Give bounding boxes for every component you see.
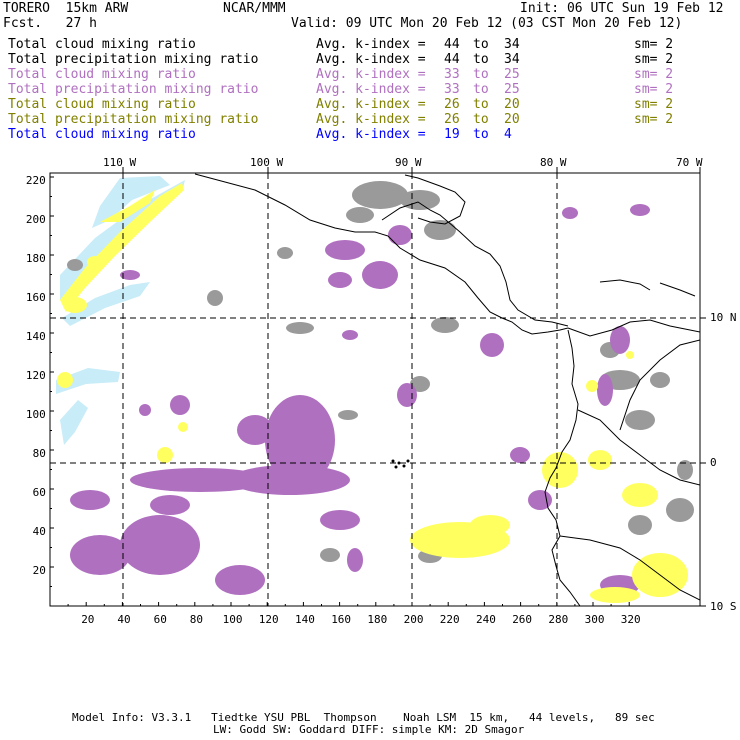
map: [49, 167, 706, 607]
purple-patch: [528, 490, 552, 510]
y-tick-label: 40: [32, 525, 46, 538]
gray-patch: [352, 181, 408, 209]
gray-patch: [628, 515, 652, 535]
purple-patch: [320, 510, 360, 530]
x-tick-label: 100: [222, 613, 243, 626]
purple-patch: [120, 515, 200, 575]
central-america-coast: [387, 235, 569, 335]
gray-patch: [277, 247, 293, 259]
caribbean-island: [599, 279, 651, 291]
x-tick-label: 300: [584, 613, 605, 626]
purple-patch: [347, 548, 363, 572]
purple-patch: [328, 272, 352, 288]
yellow-patch: [626, 351, 634, 359]
x-tick-label: 240: [476, 613, 496, 626]
purple-patch: [70, 490, 110, 510]
purple-patch: [170, 395, 190, 415]
lon-label: 90 W: [395, 156, 422, 169]
y-tick-label: 120: [25, 369, 46, 382]
yellow-patch: [57, 372, 73, 388]
y-tick-label: 220: [25, 174, 46, 187]
purple-patch: [397, 383, 417, 407]
northern-sa-coast: [567, 319, 700, 337]
gray-patch: [625, 410, 655, 430]
lon-label: 70 W: [676, 156, 703, 169]
purple-patch: [480, 333, 504, 357]
purple-patch: [325, 240, 365, 260]
y-tick-label: 20: [32, 564, 46, 577]
x-tick-label: 180: [367, 613, 388, 626]
x-tick-label: 140: [295, 613, 315, 626]
gray-patch: [346, 207, 374, 223]
lon-label: 110 W: [103, 156, 137, 169]
gray-patch: [67, 259, 83, 271]
purple-patch: [610, 326, 630, 354]
purple-patch: [150, 495, 190, 515]
gray-patch: [666, 498, 694, 522]
gray-patch: [338, 410, 358, 420]
yellow-patch: [588, 450, 612, 470]
model-info-line2: LW: Godd SW: Goddard DIFF: simple KM: 2D…: [213, 723, 525, 736]
purple-patch: [388, 225, 412, 245]
gray-patch: [431, 317, 459, 333]
x-tick-label: 280: [548, 613, 569, 626]
x-tick-label: 320: [620, 613, 641, 626]
x-tick-label: 20: [81, 613, 95, 626]
yellow-patch: [586, 380, 598, 392]
gray-patch: [207, 290, 223, 306]
y-tick-label: 100: [25, 408, 46, 421]
caribbean-coast: [381, 201, 569, 327]
purple-patch: [510, 447, 530, 463]
island: [391, 459, 395, 463]
x-tick-label: 120: [258, 613, 279, 626]
purple-patch: [130, 468, 270, 492]
x-tick-label: 220: [439, 613, 460, 626]
x-tick-label: 260: [512, 613, 533, 626]
island: [394, 465, 398, 469]
y-tick-label: 160: [25, 291, 46, 304]
purple-patch: [215, 565, 265, 595]
y-tick-label: 180: [25, 252, 46, 265]
lon-label: 100 W: [250, 156, 284, 169]
yellow-patch: [178, 422, 188, 432]
yellow-patch: [622, 483, 658, 507]
y-tick-label: 140: [25, 330, 46, 343]
lat-label: 0: [710, 456, 717, 469]
lat-label: 10 S: [710, 600, 737, 613]
lon-label: 80 W: [540, 156, 567, 169]
y-tick-label: 80: [32, 447, 46, 460]
purple-patch: [342, 330, 358, 340]
y-tick-label: 60: [32, 486, 46, 499]
y-tick-label: 200: [25, 213, 46, 226]
purple-patch: [237, 415, 273, 445]
gray-patch: [320, 548, 340, 562]
x-tick-label: 40: [117, 613, 131, 626]
gray-patch: [286, 322, 314, 334]
gray-patch: [650, 372, 670, 388]
x-tick-label: 60: [153, 613, 167, 626]
mexico-coast: [194, 173, 389, 237]
caribbean-island: [659, 282, 696, 297]
galapagos-islands: [391, 459, 410, 469]
island: [406, 459, 410, 463]
purple-patch: [630, 204, 650, 216]
purple-patch: [597, 374, 613, 406]
island: [402, 464, 406, 468]
lat-label: 10 N: [710, 311, 737, 324]
purple-patch: [70, 535, 130, 575]
yellow-patch: [157, 447, 173, 463]
x-tick-label: 160: [331, 613, 352, 626]
purple-patch: [562, 207, 578, 219]
purple-patch: [139, 404, 151, 416]
purple-patch: [362, 261, 398, 289]
yellow-patch: [590, 587, 640, 603]
gray-patch: [400, 190, 440, 210]
island: [397, 461, 401, 465]
light-blue-band-4: [60, 400, 88, 445]
yellow-patch: [470, 515, 510, 535]
x-tick-label: 200: [403, 613, 424, 626]
x-tick-label: 80: [189, 613, 204, 626]
